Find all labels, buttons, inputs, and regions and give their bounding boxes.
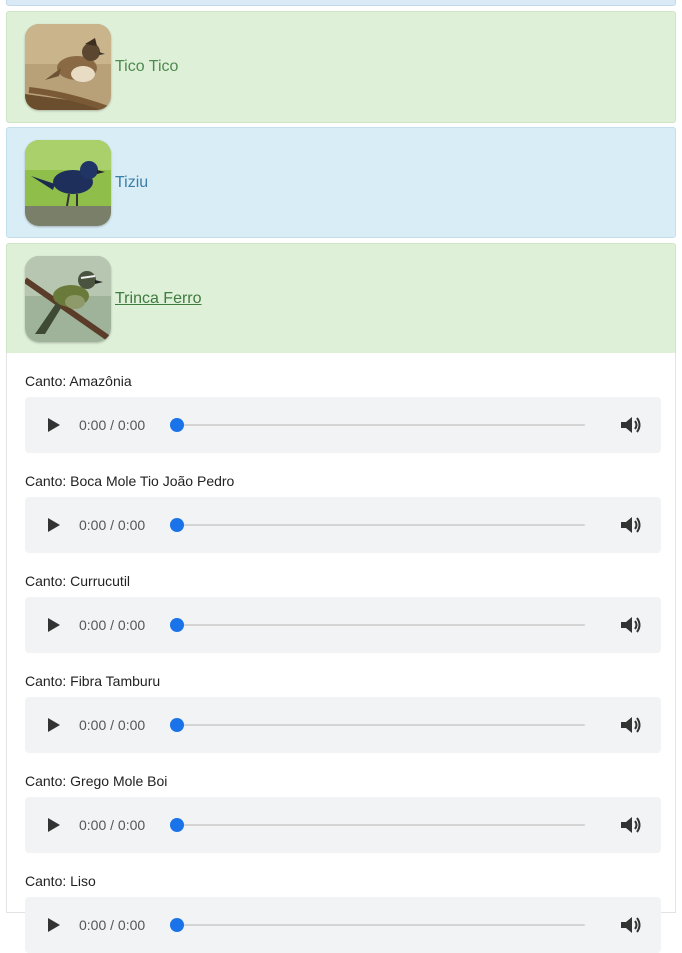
- audio-player[interactable]: 0:00 / 0:00: [25, 797, 661, 853]
- song-label: Canto: Grego Mole Boi: [25, 773, 168, 789]
- time-display: 0:00 / 0:00: [79, 817, 146, 833]
- play-icon[interactable]: [47, 617, 61, 633]
- time-display: 0:00 / 0:00: [79, 517, 146, 533]
- volume-icon[interactable]: [619, 714, 643, 736]
- time-display: 0:00 / 0:00: [79, 617, 146, 633]
- progress-knob[interactable]: [170, 418, 184, 432]
- bird-thumbnail-tiziu: [25, 139, 111, 226]
- progress-knob[interactable]: [170, 718, 184, 732]
- play-icon[interactable]: [47, 717, 61, 733]
- volume-icon[interactable]: [619, 814, 643, 836]
- progress-track[interactable]: [177, 624, 585, 626]
- time-display: 0:00 / 0:00: [79, 917, 146, 933]
- song-item: Canto: Grego Mole Boi 0:00 / 0:00: [25, 771, 661, 853]
- song-item: Canto: Currucutil 0:00 / 0:00: [25, 571, 661, 653]
- audio-player[interactable]: 0:00 / 0:00: [25, 397, 661, 453]
- bird-name[interactable]: Tiziu: [115, 174, 148, 192]
- play-icon[interactable]: [47, 517, 61, 533]
- songs-panel: Canto: Amazônia 0:00 / 0:00 Canto: Boca …: [6, 353, 676, 953]
- progress-track[interactable]: [177, 424, 585, 426]
- progress-knob[interactable]: [170, 818, 184, 832]
- bird-card-tico-tico[interactable]: Tico Tico: [6, 11, 676, 123]
- progress-track[interactable]: [177, 524, 585, 526]
- progress-track[interactable]: [177, 724, 585, 726]
- bird-thumbnail-trinca-ferro: [25, 255, 111, 342]
- song-label: Canto: Fibra Tamburu: [25, 673, 161, 689]
- song-item: Canto: Amazônia 0:00 / 0:00: [25, 371, 661, 453]
- song-item: Canto: Liso 0:00 / 0:00: [25, 871, 661, 953]
- time-display: 0:00 / 0:00: [79, 417, 146, 433]
- song-label: Canto: Boca Mole Tio João Pedro: [25, 473, 235, 489]
- play-icon[interactable]: [47, 417, 61, 433]
- song-item: Canto: Boca Mole Tio João Pedro 0:00 / 0…: [25, 471, 661, 553]
- bird-name[interactable]: Tico Tico: [115, 58, 178, 76]
- volume-icon[interactable]: [619, 614, 643, 636]
- play-icon[interactable]: [47, 817, 61, 833]
- bird-thumbnail-tico-tico: [25, 24, 111, 110]
- progress-knob[interactable]: [170, 618, 184, 632]
- bird-card-trinca-ferro[interactable]: Trinca Ferro: [6, 243, 676, 354]
- volume-icon[interactable]: [619, 914, 643, 936]
- progress-knob[interactable]: [170, 918, 184, 932]
- audio-player[interactable]: 0:00 / 0:00: [25, 897, 661, 953]
- volume-icon[interactable]: [619, 514, 643, 536]
- song-item: Canto: Fibra Tamburu 0:00 / 0:00: [25, 671, 661, 753]
- progress-knob[interactable]: [170, 518, 184, 532]
- bird-card-tiziu[interactable]: Tiziu: [6, 127, 676, 238]
- song-label: Canto: Currucutil: [25, 573, 131, 589]
- audio-player[interactable]: 0:00 / 0:00: [25, 497, 661, 553]
- song-label: Canto: Amazônia: [25, 373, 132, 389]
- previous-card-edge: [6, 0, 676, 6]
- audio-player[interactable]: 0:00 / 0:00: [25, 597, 661, 653]
- bird-name-link[interactable]: Trinca Ferro: [115, 290, 202, 308]
- progress-track[interactable]: [177, 924, 585, 926]
- volume-icon[interactable]: [619, 414, 643, 436]
- time-display: 0:00 / 0:00: [79, 717, 146, 733]
- play-icon[interactable]: [47, 917, 61, 933]
- song-label: Canto: Liso: [25, 873, 96, 889]
- progress-track[interactable]: [177, 824, 585, 826]
- audio-player[interactable]: 0:00 / 0:00: [25, 697, 661, 753]
